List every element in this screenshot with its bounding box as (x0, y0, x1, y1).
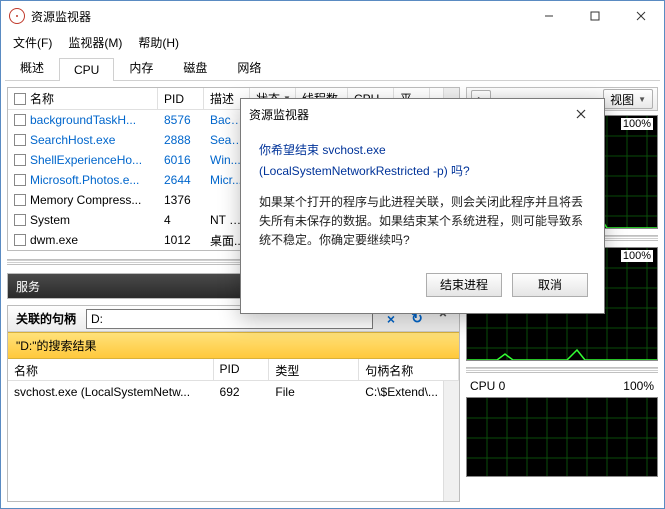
dialog-close-button[interactable] (566, 102, 596, 126)
col-pid[interactable]: PID (158, 88, 204, 109)
chart-label: CPU 0 (470, 379, 505, 393)
tabs: 概述 CPU 内存 磁盘 网络 (5, 57, 660, 81)
end-process-button[interactable]: 结束进程 (426, 273, 502, 297)
minimize-button[interactable] (526, 1, 572, 31)
handles-header: 名称 PID 类型 句柄名称 (8, 359, 459, 381)
hcol-handle-name[interactable]: 句柄名称 (359, 359, 459, 380)
menu-monitor[interactable]: 监视器(M) (62, 32, 128, 53)
app-icon (9, 8, 25, 24)
chart-grid (467, 398, 657, 477)
row-checkbox[interactable] (14, 134, 26, 146)
chart-pct: 100% (621, 250, 653, 262)
maximize-button[interactable] (572, 1, 618, 31)
hcol-type[interactable]: 类型 (269, 359, 359, 380)
menubar: 文件(F) 监视器(M) 帮助(H) (1, 31, 664, 53)
chevron-down-icon: ▼ (638, 95, 646, 104)
handles-title: 关联的句柄 (16, 310, 76, 327)
chart-label-row: CPU 0 100% (466, 379, 658, 393)
handle-row[interactable]: svchost.exe (LocalSystemNetw... 692 File… (8, 381, 459, 403)
chart-pct: 100% (623, 379, 654, 393)
close-button[interactable] (618, 1, 664, 31)
tab-overview[interactable]: 概述 (5, 54, 59, 80)
handles-body: svchost.exe (LocalSystemNetw... 692 File… (8, 381, 459, 501)
confirm-dialog: 资源监视器 你希望结束 svchost.exe (LocalSystemNetw… (240, 98, 605, 314)
handles-scrollbar[interactable] (443, 381, 459, 501)
services-label: 服务 (16, 278, 40, 295)
tab-memory[interactable]: 内存 (114, 54, 168, 80)
chart-pct: 100% (621, 118, 653, 130)
select-all-checkbox[interactable] (14, 93, 26, 105)
dialog-question: 你希望结束 svchost.exe (LocalSystemNetworkRes… (259, 139, 586, 181)
row-checkbox[interactable] (14, 154, 26, 166)
hcol-name[interactable]: 名称 (8, 359, 214, 380)
dialog-text: 如果某个打开的程序与此进程关联，则会关闭此程序并且将丢失所有未保存的数据。如果结… (259, 193, 586, 251)
tab-network[interactable]: 网络 (222, 54, 276, 80)
menu-help[interactable]: 帮助(H) (132, 32, 185, 53)
col-name[interactable]: 名称 (8, 88, 158, 109)
window-title: 资源监视器 (31, 8, 526, 25)
cancel-button[interactable]: 取消 (512, 273, 588, 297)
tab-disk[interactable]: 磁盘 (168, 54, 222, 80)
dialog-body: 你希望结束 svchost.exe (LocalSystemNetworkRes… (241, 129, 604, 261)
row-checkbox[interactable] (14, 174, 26, 186)
cpu0-chart (466, 397, 658, 477)
titlebar: 资源监视器 (1, 1, 664, 31)
dialog-title: 资源监视器 (249, 106, 309, 123)
handles-panel: 关联的句柄 × ↻ ⌃ "D:"的搜索结果 名称 PID 类型 句柄名称 svc… (7, 305, 460, 502)
row-checkbox[interactable] (14, 114, 26, 126)
search-results-banner: "D:"的搜索结果 (8, 332, 459, 359)
row-checkbox[interactable] (14, 214, 26, 226)
tab-cpu[interactable]: CPU (59, 58, 114, 81)
row-checkbox[interactable] (14, 194, 26, 206)
chart-splitter[interactable] (466, 367, 658, 373)
row-checkbox[interactable] (14, 234, 26, 246)
dialog-footer: 结束进程 取消 (241, 261, 604, 313)
dialog-titlebar: 资源监视器 (241, 99, 604, 129)
view-dropdown[interactable]: 视图▼ (603, 89, 653, 109)
hcol-pid[interactable]: PID (214, 359, 270, 380)
menu-file[interactable]: 文件(F) (7, 32, 58, 53)
